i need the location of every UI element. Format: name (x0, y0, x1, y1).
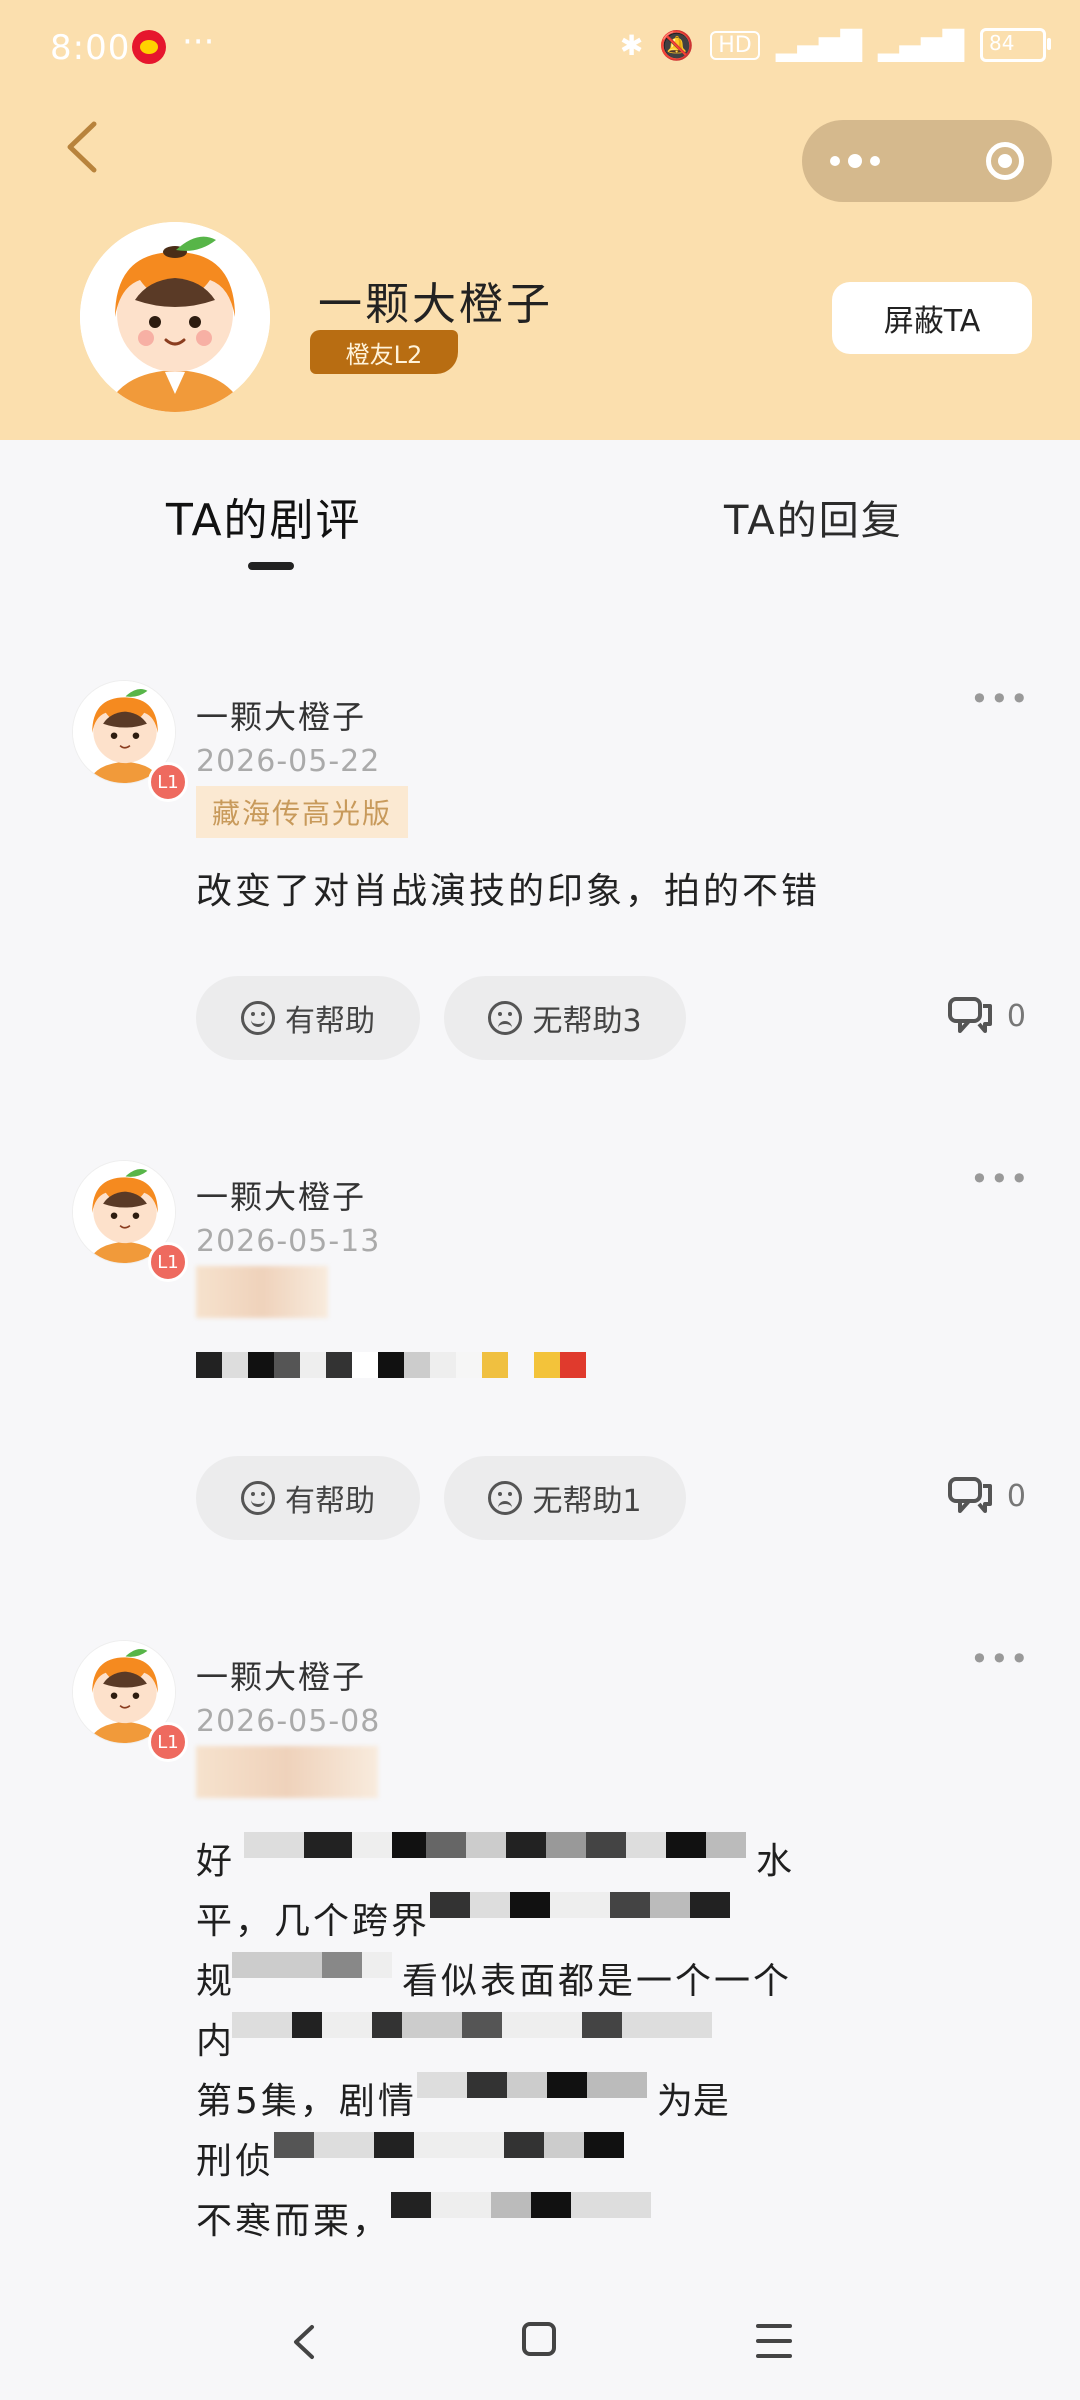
text-fragment: 第5集，剧情 (196, 2081, 417, 2122)
system-navigation-bar (0, 2280, 1080, 2400)
comment-button[interactable]: 0 (947, 1476, 1026, 1516)
status-icons: ✱ 🔕 HD ▂▄▆█ ▂▄▆█ 84 (619, 28, 1051, 62)
text-fragment: 水 (756, 1841, 793, 1882)
frown-icon (488, 1481, 523, 1515)
frown-icon (488, 1001, 523, 1035)
mini-program-close-icon[interactable] (986, 142, 1024, 180)
text-fragment: 不寒而栗， (196, 2201, 392, 2242)
mini-program-capsule (802, 120, 1052, 202)
nav-home-icon[interactable] (522, 2322, 556, 2356)
battery-icon: 84 (980, 28, 1051, 62)
review-author: 一颗大橙子 (196, 1178, 367, 1216)
notification-dots: ··· (182, 22, 215, 62)
review-card: L1 一颗大橙子 2026-05-13 ••• 有帮助 无帮助1 0 (0, 1160, 1080, 1560)
text-fragment: 好 (196, 1841, 233, 1882)
review-date: 2026-05-13 (196, 1224, 381, 1259)
comment-icon (947, 1477, 992, 1513)
tab-indicator (248, 562, 294, 570)
helpful-label: 有帮助 (285, 1004, 375, 1039)
helpful-label: 有帮助 (285, 1484, 375, 1519)
weibo-app-icon (132, 30, 166, 64)
bluetooth-icon: ✱ (619, 28, 644, 62)
nav-menu-icon[interactable] (756, 2324, 792, 2358)
level-badge: 橙友L2 (310, 330, 458, 374)
review-card: L1 一颗大橙子 2026-05-22 藏海传高光版 ••• 改变了对肖战演技的… (0, 680, 1080, 1080)
tab-replies[interactable]: TA的回复 (724, 488, 903, 546)
review-drama-tag-redacted[interactable] (196, 1746, 378, 1798)
level-badge: L1 (148, 762, 188, 802)
status-bar: 8:00 ··· ✱ 🔕 HD ▂▄▆█ ▂▄▆█ 84 (0, 0, 1080, 100)
helpful-button[interactable]: 有帮助 (196, 976, 420, 1060)
signal-2-icon: ▂▄▆█ (877, 28, 964, 62)
review-drama-tag-redacted[interactable] (196, 1266, 328, 1318)
tab-bar: TA的剧评 TA的回复 (0, 440, 1080, 600)
comment-count: 0 (1006, 1478, 1026, 1514)
text-fragment: 规 (196, 1961, 233, 2002)
unhelpful-button[interactable]: 无帮助3 (444, 976, 686, 1060)
review-actions: 有帮助 无帮助1 0 (196, 1456, 1056, 1540)
text-fragment: 刑侦 (196, 2141, 275, 2182)
smile-icon (241, 1481, 275, 1515)
orange-avatar-icon (80, 222, 270, 412)
comment-count: 0 (1006, 998, 1026, 1034)
tab-reviews[interactable]: TA的剧评 (166, 484, 362, 548)
review-actions: 有帮助 无帮助3 0 (196, 976, 1056, 1060)
nav-back-icon[interactable] (290, 2324, 318, 2360)
profile-username: 一颗大橙子 (318, 279, 553, 330)
review-date: 2026-05-08 (196, 1704, 381, 1739)
review-author: 一颗大橙子 (196, 698, 367, 736)
status-time: 8:00 (50, 28, 131, 68)
text-fragment: 看似表面都是一个一个 (402, 1961, 793, 2002)
text-fragment: 为是 (656, 2081, 729, 2122)
profile-header: 8:00 ··· ✱ 🔕 HD ▂▄▆█ ▂▄▆█ 84 一颗大橙子 橙友L2 … (0, 0, 1080, 440)
helpful-button[interactable]: 有帮助 (196, 1456, 420, 1540)
level-badge: L1 (148, 1722, 188, 1762)
unhelpful-button[interactable]: 无帮助1 (444, 1456, 686, 1540)
hd-icon: HD (710, 30, 760, 60)
more-dots-icon[interactable]: ••• (970, 1160, 1030, 1198)
avatar (80, 222, 270, 412)
text-fragment: 内 (196, 2021, 233, 2062)
comment-icon (947, 997, 992, 1033)
more-dots-icon[interactable] (830, 154, 880, 168)
redacted-review-text (196, 1352, 586, 1378)
signal-icon: ▂▄▆█ (775, 28, 862, 62)
review-text: 改变了对肖战演技的印象，拍的不错 (196, 871, 821, 912)
review-card: L1 一颗大橙子 2026-05-08 ••• 好 水 平，几个跨界 规 看似表… (0, 1640, 1080, 2280)
review-drama-tag[interactable]: 藏海传高光版 (196, 786, 409, 838)
text-fragment: 平，几个跨界 (196, 1901, 431, 1942)
block-button[interactable]: 屏蔽TA (832, 282, 1032, 354)
review-date: 2026-05-22 (196, 744, 381, 779)
smile-icon (241, 1001, 275, 1035)
more-dots-icon[interactable]: ••• (970, 1640, 1030, 1678)
unhelpful-label: 无帮助3 (532, 1004, 642, 1039)
mute-icon: 🔕 (659, 28, 695, 62)
more-dots-icon[interactable]: ••• (970, 680, 1030, 718)
comment-button[interactable]: 0 (947, 996, 1026, 1036)
battery-level: 84 (989, 31, 1015, 55)
unhelpful-label: 无帮助1 (532, 1484, 642, 1519)
level-badge: L1 (148, 1242, 188, 1282)
back-arrow-icon[interactable] (60, 118, 104, 176)
review-author: 一颗大橙子 (196, 1658, 367, 1696)
